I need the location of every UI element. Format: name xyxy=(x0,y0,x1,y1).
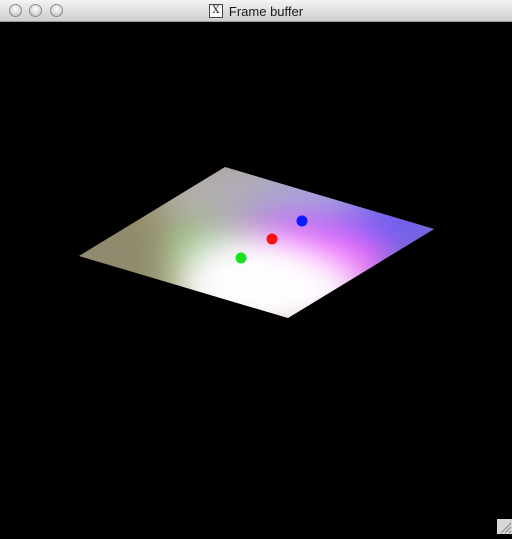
resize-grip-icon xyxy=(500,522,512,534)
green-light-marker[interactable] xyxy=(235,252,247,264)
close-button[interactable] xyxy=(9,4,22,17)
top-haze xyxy=(150,167,370,232)
resize-grip[interactable] xyxy=(497,519,512,534)
zoom-button[interactable] xyxy=(50,4,63,17)
app-window: X Frame buffer xyxy=(0,0,512,534)
white-core xyxy=(195,247,315,307)
window-title: Frame buffer xyxy=(228,3,304,19)
x11-icon: X xyxy=(208,4,223,18)
title-group: X Frame buffer xyxy=(0,0,512,22)
blue-light-marker[interactable] xyxy=(296,215,308,227)
left-shade xyxy=(79,217,165,287)
minimize-button[interactable] xyxy=(29,4,42,17)
red-light-marker[interactable] xyxy=(266,233,278,245)
framebuffer-viewport[interactable] xyxy=(0,22,512,534)
render-canvas xyxy=(79,167,434,318)
title-bar[interactable]: X Frame buffer xyxy=(0,0,512,22)
